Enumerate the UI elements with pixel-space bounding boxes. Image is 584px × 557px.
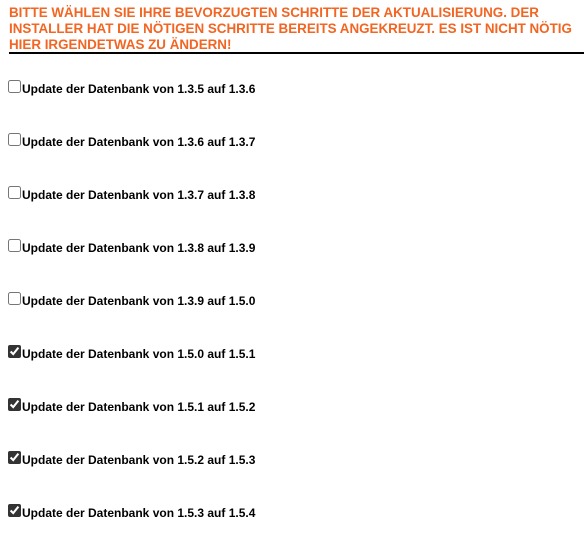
update-step-checkbox[interactable] bbox=[8, 398, 21, 411]
update-step: Update der Datenbank von 1.5.1 auf 1.5.2 bbox=[8, 398, 578, 451]
update-step-label: Update der Datenbank von 1.3.5 auf 1.3.6 bbox=[22, 82, 256, 96]
update-step: Update der Datenbank von 1.3.6 auf 1.3.7 bbox=[8, 133, 578, 186]
update-step-checkbox[interactable] bbox=[8, 133, 21, 146]
update-step: Update der Datenbank von 1.5.3 auf 1.5.4 bbox=[8, 504, 578, 557]
update-step-checkbox[interactable] bbox=[8, 292, 21, 305]
update-step: Update der Datenbank von 1.5.2 auf 1.5.3 bbox=[8, 451, 578, 504]
update-step-label: Update der Datenbank von 1.3.7 auf 1.3.8 bbox=[22, 188, 256, 202]
update-step: Update der Datenbank von 1.5.0 auf 1.5.1 bbox=[8, 345, 578, 398]
update-step-label: Update der Datenbank von 1.3.6 auf 1.3.7 bbox=[22, 135, 256, 149]
update-step-checkbox[interactable] bbox=[8, 451, 21, 464]
update-step: Update der Datenbank von 1.3.5 auf 1.3.6 bbox=[8, 80, 578, 133]
update-step: Update der Datenbank von 1.3.7 auf 1.3.8 bbox=[8, 186, 578, 239]
heading-divider bbox=[9, 52, 584, 54]
update-step-label: Update der Datenbank von 1.3.8 auf 1.3.9 bbox=[22, 241, 256, 255]
update-step-label: Update der Datenbank von 1.5.1 auf 1.5.2 bbox=[22, 400, 256, 414]
update-step-label: Update der Datenbank von 1.5.0 auf 1.5.1 bbox=[22, 347, 256, 361]
update-step-label: Update der Datenbank von 1.3.9 auf 1.5.0 bbox=[22, 294, 256, 308]
update-step: Update der Datenbank von 1.3.9 auf 1.5.0 bbox=[8, 292, 578, 345]
update-step-checkbox[interactable] bbox=[8, 80, 21, 93]
instructions-heading: BITTE WÄHLEN SIE IHRE BEVORZUGTEN SCHRIT… bbox=[9, 5, 572, 52]
update-step-checkbox[interactable] bbox=[8, 345, 21, 358]
update-step-label: Update der Datenbank von 1.5.2 auf 1.5.3 bbox=[22, 453, 256, 467]
update-step: Update der Datenbank von 1.3.8 auf 1.3.9 bbox=[8, 239, 578, 292]
update-step-checkbox[interactable] bbox=[8, 186, 21, 199]
update-step-checkbox[interactable] bbox=[8, 239, 21, 252]
update-step-label: Update der Datenbank von 1.5.3 auf 1.5.4 bbox=[22, 506, 256, 520]
update-step-checkbox[interactable] bbox=[8, 504, 21, 517]
update-steps-list: Update der Datenbank von 1.3.5 auf 1.3.6… bbox=[8, 80, 578, 557]
